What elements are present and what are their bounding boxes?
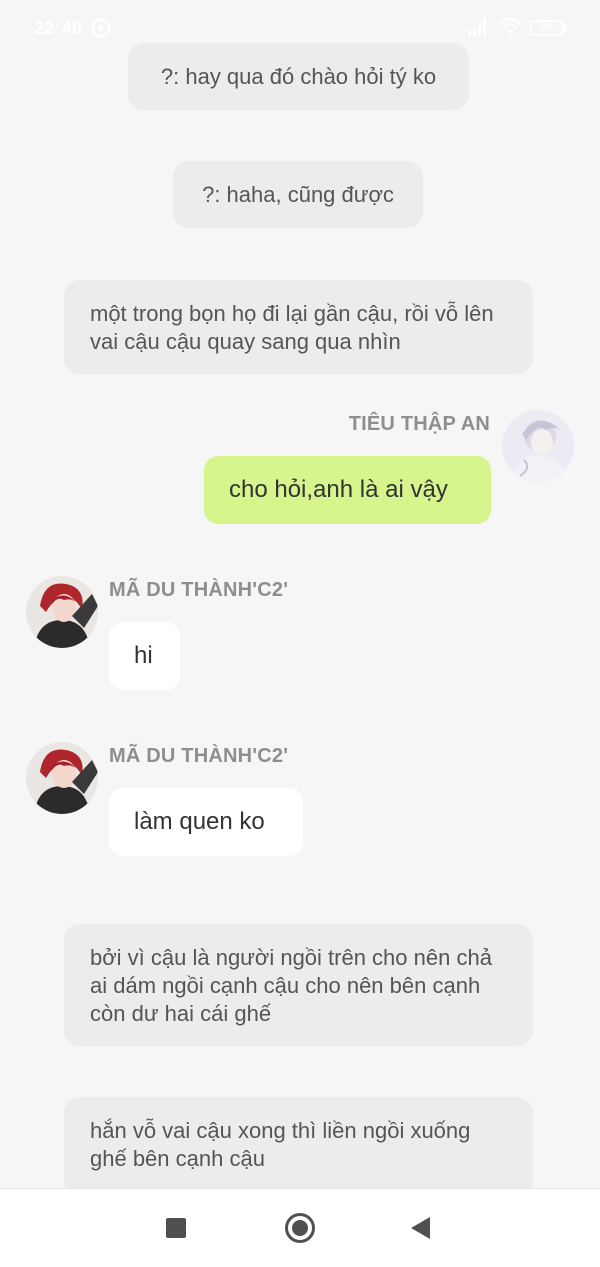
message-bubble-own[interactable]: cho hỏi,anh là ai vậy [204,456,491,524]
signal-icon [468,18,490,36]
home-circle-icon[interactable] [285,1213,315,1243]
navigation-bar [0,1188,600,1267]
recents-square-icon[interactable] [166,1218,186,1238]
narration-bubble: bởi vì cậu là người ngồi trên cho nên ch… [64,924,533,1046]
status-time: 22:40 [34,18,83,38]
avatar[interactable] [26,742,98,814]
notification-icon [92,19,110,37]
sender-name: MÃ DU THÀNH'C2' [109,579,289,601]
narration-bubble: hắn vỗ vai cậu xong thì liền ngồi xuống … [64,1097,533,1197]
narration-text: ?: hay qua đó chào hỏi tý ko [160,64,437,89]
avatar-image [26,576,98,648]
wifi-icon [498,18,522,37]
narration-bubble: ?: hay qua đó chào hỏi tý ko [128,43,469,110]
sender-name: MÃ DU THÀNH'C2' [109,745,289,767]
avatar[interactable] [26,576,98,648]
battery-level: 28 [541,22,553,33]
narration-text: một trong bọn họ đi lại gần cậu, rồi vỗ … [90,301,494,354]
narration-text: ?: haha, cũng được [202,182,394,207]
message-text: hi [134,642,153,669]
back-triangle-icon[interactable] [411,1217,430,1239]
avatar-image [502,410,574,482]
battery-icon: 28 [530,20,567,36]
narration-bubble: một trong bọn họ đi lại gần cậu, rồi vỗ … [64,280,533,374]
sender-name: TIÊU THẬP AN [348,413,490,435]
chat-screen: 22:40 28 ?: hay qua đó chào hỏi tý ko ?:… [0,0,600,1267]
message-text: làm quen ko [134,808,265,835]
narration-bubble: ?: haha, cũng được [173,161,423,228]
narration-text: hắn vỗ vai cậu xong thì liền ngồi xuống … [90,1118,471,1171]
message-text: cho hỏi,anh là ai vậy [229,476,448,503]
message-bubble-other[interactable]: làm quen ko [109,788,303,856]
avatar-image [26,742,98,814]
message-bubble-other[interactable]: hi [109,622,180,690]
narration-text: bởi vì cậu là người ngồi trên cho nên ch… [90,945,492,1026]
avatar[interactable] [502,410,574,482]
